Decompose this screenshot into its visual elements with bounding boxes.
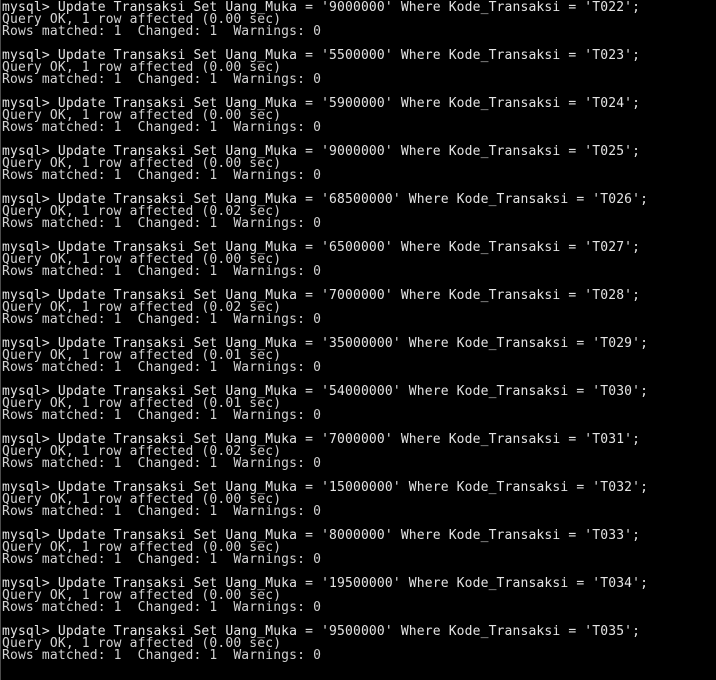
terminal-window[interactable]: mysql> Update Transaksi Set Uang_Muka = … — [0, 0, 716, 680]
query-block: mysql> Update Transaksi Set Uang_Muka = … — [2, 385, 714, 434]
query-block: mysql> Update Transaksi Set Uang_Muka = … — [2, 625, 714, 674]
query-block: mysql> Update Transaksi Set Uang_Muka = … — [2, 481, 714, 530]
query-summary-line: Rows matched: 1 Changed: 1 Warnings: 0 — [2, 216, 322, 231]
query-summary-line: Rows matched: 1 Changed: 1 Warnings: 0 — [2, 24, 322, 39]
query-summary-line: Rows matched: 1 Changed: 1 Warnings: 0 — [2, 264, 322, 279]
query-block: mysql> Update Transaksi Set Uang_Muka = … — [2, 529, 714, 578]
query-block: mysql> Update Transaksi Set Uang_Muka = … — [2, 1, 714, 50]
query-summary-line: Rows matched: 1 Changed: 1 Warnings: 0 — [2, 504, 322, 519]
query-block: mysql> Update Transaksi Set Uang_Muka = … — [2, 577, 714, 626]
query-block: mysql> Update Transaksi Set Uang_Muka = … — [2, 97, 714, 146]
query-summary-line: Rows matched: 1 Changed: 1 Warnings: 0 — [2, 360, 322, 375]
query-block: mysql> Update Transaksi Set Uang_Muka = … — [2, 289, 714, 338]
query-block: mysql> Update Transaksi Set Uang_Muka = … — [2, 49, 714, 98]
terminal-scrollback: mysql> Update Transaksi Set Uang_Muka = … — [2, 1, 714, 674]
query-block: mysql> Update Transaksi Set Uang_Muka = … — [2, 193, 714, 242]
query-summary-line: Rows matched: 1 Changed: 1 Warnings: 0 — [2, 552, 322, 567]
query-summary-line: Rows matched: 1 Changed: 1 Warnings: 0 — [2, 72, 322, 87]
query-block: mysql> Update Transaksi Set Uang_Muka = … — [2, 145, 714, 194]
query-summary-line: Rows matched: 1 Changed: 1 Warnings: 0 — [2, 312, 322, 327]
query-summary-line: Rows matched: 1 Changed: 1 Warnings: 0 — [2, 120, 322, 135]
query-summary-line: Rows matched: 1 Changed: 1 Warnings: 0 — [2, 456, 322, 471]
query-block: mysql> Update Transaksi Set Uang_Muka = … — [2, 241, 714, 290]
query-summary-line: Rows matched: 1 Changed: 1 Warnings: 0 — [2, 408, 322, 423]
query-summary-line: Rows matched: 1 Changed: 1 Warnings: 0 — [2, 168, 322, 183]
terminal-left-border — [0, 0, 1, 680]
query-summary-line: Rows matched: 1 Changed: 1 Warnings: 0 — [2, 648, 322, 663]
query-block: mysql> Update Transaksi Set Uang_Muka = … — [2, 433, 714, 482]
query-summary-line: Rows matched: 1 Changed: 1 Warnings: 0 — [2, 600, 322, 615]
query-block: mysql> Update Transaksi Set Uang_Muka = … — [2, 337, 714, 386]
